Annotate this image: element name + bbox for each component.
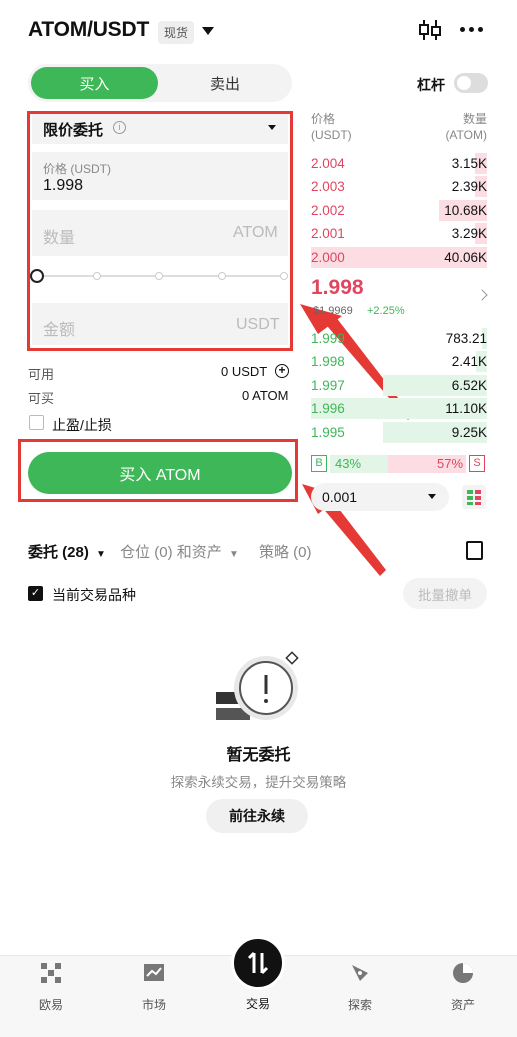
tab-buy[interactable]: 买入 [31, 67, 158, 99]
tpsl-label: 止盈/止损 [52, 417, 112, 433]
bid-row[interactable]: 1.998 2.41K [311, 351, 487, 374]
chevron-down-icon: ▼ [96, 549, 106, 560]
batch-cancel-button[interactable]: 批量撤单 [403, 578, 487, 609]
ask-qty: 3.15K [451, 156, 487, 171]
bid-row[interactable]: 1.999 783.21 [311, 328, 487, 351]
candlestick-icon[interactable] [418, 18, 442, 42]
buy-ratio-value: 43% [335, 456, 362, 471]
nav-assets[interactable]: 资产 [428, 962, 498, 1013]
chevron-right-icon[interactable] [476, 289, 488, 301]
compass-icon [352, 965, 368, 981]
bid-qty: 11.10K [445, 401, 487, 416]
last-price-usd: $1.9969 [313, 305, 353, 317]
ask-row[interactable]: 2.002 10.68K [311, 200, 487, 223]
chart-icon [144, 964, 164, 981]
ask-price: 2.001 [311, 226, 345, 241]
ask-qty: 2.39K [451, 179, 487, 194]
bid-qty: 6.52K [451, 378, 487, 393]
ask-qty: 10.68K [444, 203, 487, 218]
can-buy-value: 0 ATOM [242, 388, 289, 403]
nav-home[interactable]: 欧易 [16, 962, 86, 1013]
available-label: 可用 [28, 367, 55, 382]
bid-price: 1.997 [311, 378, 345, 393]
ask-price: 2.003 [311, 179, 345, 194]
price-change: +2.25% [367, 305, 405, 317]
nav-discover[interactable]: 探索 [325, 962, 395, 1013]
plus-circle-icon[interactable]: + [275, 364, 289, 378]
empty-subtitle: 探索永续交易，提升交易策略 [170, 775, 347, 790]
bid-qty: 9.25K [451, 425, 487, 440]
ob-price-head: 价格 (USDT) [311, 112, 352, 142]
ask-row[interactable]: 2.000 40.06K [311, 247, 487, 270]
order-history-icon[interactable] [466, 541, 483, 560]
ask-qty: 40.06K [444, 250, 487, 265]
tpsl-checkbox[interactable] [29, 415, 44, 430]
available-value: 0 USDT [221, 364, 268, 379]
chevron-down-icon [428, 494, 436, 499]
current-pair-label: 当前交易品种 [52, 587, 136, 603]
ask-price: 2.004 [311, 156, 345, 171]
okx-logo-icon [41, 963, 61, 983]
buy-button[interactable]: 买入 ATOM [28, 452, 292, 494]
ask-price: 2.000 [311, 250, 345, 265]
nav-label: 探索 [347, 998, 372, 1012]
bid-row[interactable]: 1.995 9.25K [311, 422, 487, 445]
pair-dropdown-icon[interactable] [202, 27, 214, 35]
orders-tabs: 委托 (28) ▼ 仓位 (0) 和资产 ▼ 策略 (0) [28, 541, 312, 562]
leverage-toggle[interactable] [454, 73, 488, 93]
buy-ratio-badge: B [311, 455, 327, 472]
sell-ratio-value: 57% [437, 456, 464, 471]
ob-qty-head: 数量 (ATOM) [445, 112, 487, 142]
tab-orders[interactable]: 委托 (28) [28, 544, 89, 561]
more-icon[interactable] [460, 27, 483, 32]
ask-row[interactable]: 2.001 3.29K [311, 223, 487, 246]
trade-fab[interactable] [231, 936, 285, 990]
bid-price: 1.996 [311, 401, 345, 416]
last-price: 1.998 [311, 276, 364, 299]
sell-ratio-badge: S [469, 455, 485, 472]
highlight-box-form [27, 111, 293, 351]
tab-positions[interactable]: 仓位 (0) 和资产 [120, 544, 222, 561]
tab-strategy[interactable]: 策略 (0) [259, 544, 312, 561]
bid-qty: 2.41K [451, 354, 487, 369]
bid-price: 1.999 [311, 331, 345, 346]
nav-market[interactable]: 市场 [119, 962, 189, 1013]
orderbook-layout-icon[interactable] [462, 485, 486, 509]
current-pair-checkbox[interactable]: ✓ [28, 586, 43, 601]
pair-title[interactable]: ATOM/USDT [28, 18, 149, 42]
precision-value: 0.001 [322, 489, 358, 505]
chevron-down-icon: ▼ [228, 549, 239, 560]
bid-price: 1.998 [311, 354, 345, 369]
pie-chart-icon [453, 963, 473, 983]
nav-label: 资产 [450, 998, 475, 1012]
bid-row[interactable]: 1.997 6.52K [311, 375, 487, 398]
go-to-perpetual-button[interactable]: 前往永续 [206, 799, 308, 833]
swap-vertical-icon [247, 951, 269, 975]
ask-price: 2.002 [311, 203, 345, 218]
nav-trade-label[interactable]: 交易 [223, 995, 293, 1012]
ask-row[interactable]: 2.003 2.39K [311, 176, 487, 199]
empty-orders-icon [216, 651, 299, 720]
bid-price: 1.995 [311, 425, 345, 440]
ask-qty: 3.29K [451, 226, 487, 241]
market-badge: 现货 [158, 21, 195, 44]
bid-qty: 783.21 [445, 331, 487, 346]
can-buy-label: 可买 [28, 391, 55, 406]
nav-label: 欧易 [38, 998, 63, 1012]
leverage-label: 杠杆 [417, 77, 445, 93]
empty-title: 暂无委托 [226, 747, 291, 764]
tab-sell[interactable]: 卖出 [160, 67, 290, 99]
ask-row[interactable]: 2.004 3.15K [311, 153, 487, 176]
bid-row[interactable]: 1.996 11.10K [311, 398, 487, 421]
nav-label: 市场 [141, 998, 166, 1012]
